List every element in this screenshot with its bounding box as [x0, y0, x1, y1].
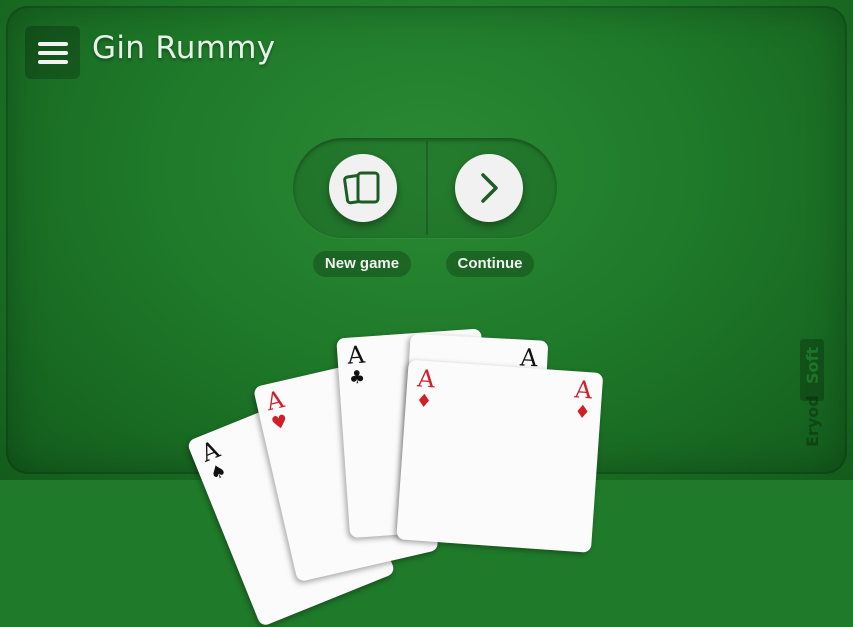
continue-button[interactable]	[455, 154, 523, 222]
chevron-right-icon	[481, 173, 498, 203]
spade-icon: ♠	[206, 459, 230, 486]
menu-button[interactable]	[25, 26, 80, 79]
club-icon: ♣	[348, 366, 366, 389]
panel-divider	[426, 141, 428, 235]
heart-icon: ♥	[269, 410, 290, 435]
eryod-soft-watermark-logo: Eryod Soft	[800, 339, 824, 447]
continue-label[interactable]: Continue	[446, 251, 534, 277]
card-rank: A	[416, 364, 436, 394]
hamburger-menu-icon	[37, 41, 68, 64]
card-rank: A	[573, 375, 594, 405]
new-game-button[interactable]	[329, 154, 397, 222]
svg-text:Soft: Soft	[803, 347, 822, 384]
diamond-icon: ♦	[415, 390, 433, 413]
new-game-label[interactable]: New game	[313, 251, 411, 277]
diamond-icon: ♦	[573, 401, 592, 424]
card-rank: A	[346, 340, 366, 370]
playing-card-ace-diamonds: A ♦ A ♦	[396, 359, 604, 553]
app-title: Gin Rummy	[92, 30, 276, 66]
svg-text:Eryod: Eryod	[803, 395, 822, 447]
cards-stack-icon	[343, 171, 380, 205]
